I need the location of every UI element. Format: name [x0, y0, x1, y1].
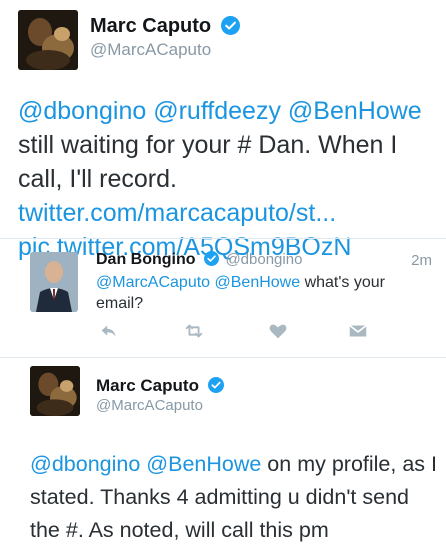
tweet2-mentions[interactable]: @dbongino @BenHowe	[30, 452, 261, 476]
quoted-card-bottom-border	[0, 357, 446, 358]
direct-message-icon[interactable]	[347, 320, 369, 342]
avatar-marc-caputo[interactable]	[18, 10, 78, 70]
avatar-marc-caputo[interactable]	[30, 366, 80, 416]
retweet-icon[interactable]	[183, 320, 205, 342]
tweet2-author-handle[interactable]: @MarcACaputo	[96, 396, 203, 415]
tweet2-author-name[interactable]: Marc Caputo	[96, 375, 224, 396]
tweet1-author-handle[interactable]: @MarcACaputo	[90, 40, 211, 60]
verified-badge-icon	[220, 15, 240, 35]
reply-icon[interactable]	[98, 320, 120, 342]
quoted-text: @MarcACaputo @BenHowe what's your email?	[96, 274, 385, 312]
quoted-card-top-border	[0, 238, 446, 239]
quoted-mentions[interactable]: @MarcACaputo @BenHowe	[96, 274, 300, 291]
quoted-author-name[interactable]: Dan Bongino @dbongino	[96, 250, 302, 270]
tweet1-link-status[interactable]: twitter.com/marcacaputo/st...	[18, 199, 336, 227]
heart-icon[interactable]	[267, 320, 289, 342]
tweet1-author-name[interactable]: Marc Caputo	[90, 14, 240, 38]
tweet2-text: @dbongino @BenHowe on my profile, as I s…	[30, 452, 437, 542]
verified-badge-icon	[207, 377, 224, 394]
quoted-timestamp[interactable]: 2m	[411, 251, 432, 271]
tweet1-mentions[interactable]: @dbongino @ruffdeezy @BenHowe	[18, 97, 422, 125]
quoted-author-handle[interactable]: @dbongino	[225, 251, 302, 268]
verified-badge-icon	[204, 251, 219, 267]
avatar-dan-bongino[interactable]	[30, 252, 78, 312]
